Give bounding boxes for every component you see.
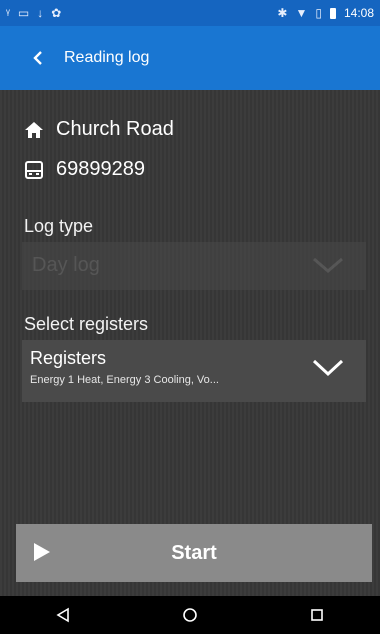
start-button-label: Start xyxy=(171,541,217,564)
status-right-icons: ✱ ▼ ▯ 14:08 xyxy=(277,6,374,20)
location-row: Church Road xyxy=(24,118,174,141)
status-bar: ᵞ ▭ ↓ ✿ ✱ ▼ ▯ 14:08 xyxy=(0,0,380,26)
back-button[interactable] xyxy=(26,46,50,70)
chevron-down-icon xyxy=(312,359,344,377)
page-title: Reading log xyxy=(64,49,150,66)
start-button[interactable]: Start xyxy=(16,524,372,582)
sim-icon: ▯ xyxy=(315,6,322,20)
nav-recents-button[interactable] xyxy=(299,597,335,633)
nav-back-button[interactable] xyxy=(45,597,81,633)
wifi-icon: ▼ xyxy=(295,6,308,20)
screen-icon: ▭ xyxy=(17,6,30,20)
status-left-icons: ᵞ ▭ ↓ ✿ xyxy=(6,7,61,19)
registers-select[interactable]: Registers Energy 1 Heat, Energy 3 Coolin… xyxy=(22,340,366,402)
location-name: Church Road xyxy=(56,118,174,140)
log-type-value: Day log xyxy=(32,254,100,276)
status-time: 14:08 xyxy=(343,6,374,20)
play-icon xyxy=(34,543,50,561)
battery-icon xyxy=(329,7,336,19)
nav-recents-icon xyxy=(310,609,323,621)
content-area: Church Road 69899289 Log type Day log Se… xyxy=(0,90,380,596)
app-bar: Reading log xyxy=(0,26,380,90)
nav-home-icon xyxy=(183,608,197,622)
nav-home-button[interactable] xyxy=(172,597,208,633)
meter-icon xyxy=(24,160,44,180)
download-icon: ↓ xyxy=(37,6,44,20)
registers-title: Registers xyxy=(30,348,107,368)
meter-id: 69899289 xyxy=(56,158,145,180)
registers-summary: Energy 1 Heat, Energy 3 Cooling, Vo... xyxy=(30,374,219,386)
select-registers-label: Select registers xyxy=(24,314,149,334)
log-type-label: Log type xyxy=(24,216,94,236)
bluetooth-icon: ✱ xyxy=(277,6,288,20)
chevron-left-icon xyxy=(33,51,42,65)
meter-row: 69899289 xyxy=(24,158,145,181)
system-nav-bar xyxy=(0,596,380,634)
signal-icon: ᵞ xyxy=(6,6,10,20)
log-type-select[interactable]: Day log xyxy=(22,242,366,290)
sync-icon: ✿ xyxy=(51,6,62,20)
nav-back-icon xyxy=(56,607,70,623)
home-icon xyxy=(24,120,44,140)
chevron-down-icon xyxy=(313,257,343,273)
